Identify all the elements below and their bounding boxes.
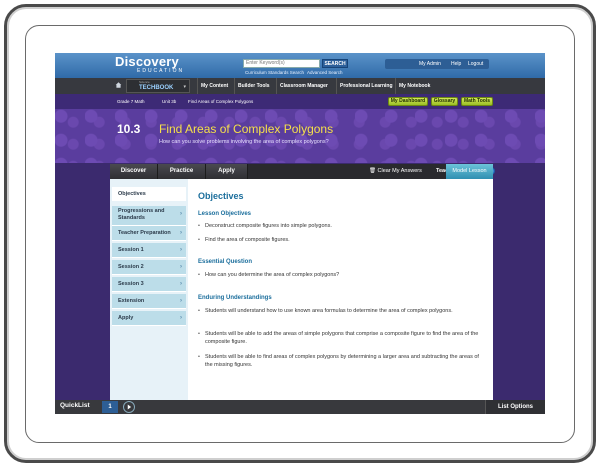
list-item: Students will understand how to use know… bbox=[198, 307, 488, 315]
sidebar-item-label: Progressions and Standards bbox=[118, 208, 165, 221]
help-link[interactable]: Help bbox=[451, 61, 461, 67]
tab-discover[interactable]: Discover bbox=[110, 164, 158, 179]
sidebar-item-label: Session 3 bbox=[118, 281, 144, 287]
chevron-right-icon: › bbox=[180, 315, 182, 321]
sidebar-item-label: Extension bbox=[118, 298, 145, 304]
lesson-banner: 10.3 Find Areas of Complex Polygons How … bbox=[55, 109, 545, 163]
sidebar-item-session-1[interactable]: Session 1 › bbox=[112, 243, 186, 258]
quicklist-bar: QuickList 1 List Options bbox=[55, 400, 545, 414]
breadcrumb-lesson: Find Areas of Complex Polygons bbox=[188, 99, 254, 104]
app-window: Discovery EDUCATION Enter Keyword(s) SEA… bbox=[55, 53, 545, 414]
discovery-logo[interactable]: Discovery EDUCATION bbox=[115, 54, 190, 76]
curriculum-search-link[interactable]: Curriculum Standards Search bbox=[245, 70, 304, 75]
sidebar-item-teacher-prep[interactable]: Teacher Preparation › bbox=[112, 226, 186, 241]
chevron-right-icon: › bbox=[180, 281, 182, 287]
clear-answers-button[interactable]: 🗑 Clear My Answers bbox=[369, 168, 422, 174]
logo-text: Discovery bbox=[115, 54, 179, 69]
main-content: Objectives Lesson Objectives Deconstruct… bbox=[188, 179, 493, 400]
sidebar-item-session-3[interactable]: Session 3 › bbox=[112, 277, 186, 292]
list-item: Students will be able to find areas of c… bbox=[198, 353, 488, 369]
my-admin-link[interactable]: My Admin bbox=[419, 61, 441, 67]
quicklist-count[interactable]: 1 bbox=[102, 401, 118, 413]
play-icon[interactable] bbox=[123, 401, 135, 413]
trash-icon: 🗑 bbox=[369, 168, 376, 174]
search-input[interactable]: Enter Keyword(s) bbox=[243, 59, 320, 68]
list-item: Find the area of composite figures. bbox=[198, 236, 488, 244]
techbook-label: TECHBOOK bbox=[139, 85, 174, 91]
chevron-right-icon: › bbox=[180, 230, 182, 236]
nav-builder-tools[interactable]: Builder Tools bbox=[234, 78, 270, 94]
sidebar-item-objectives[interactable]: Objectives bbox=[112, 187, 186, 201]
nav-my-notebook[interactable]: My Notebook bbox=[395, 78, 430, 94]
my-dashboard-button[interactable]: My Dashboard bbox=[388, 97, 428, 106]
math-tools-button[interactable]: Math Tools bbox=[461, 97, 493, 106]
section-heading: Objectives bbox=[198, 191, 244, 201]
lesson-tabs: Discover Practice Apply 🗑 Clear My Answe… bbox=[110, 164, 495, 179]
breadcrumb-unit[interactable]: Unit 3b bbox=[162, 99, 176, 104]
sidebar-item-apply[interactable]: Apply › bbox=[112, 311, 186, 326]
home-icon[interactable] bbox=[115, 81, 122, 89]
tab-apply[interactable]: Apply bbox=[206, 164, 248, 179]
nav-professional-learning[interactable]: Professional Learning bbox=[336, 78, 393, 94]
list-options-button[interactable]: List Options bbox=[485, 400, 545, 414]
sidebar: Objectives Progressions and Standards › … bbox=[110, 179, 188, 400]
lesson-number: 10.3 bbox=[117, 122, 141, 136]
chevron-down-icon: ▾ bbox=[183, 84, 186, 90]
header: Discovery EDUCATION Enter Keyword(s) SEA… bbox=[55, 53, 545, 78]
list-item: Students will be able to add the areas o… bbox=[198, 330, 488, 346]
lesson-question: How can you solve problems involving the… bbox=[159, 139, 329, 145]
advanced-search-link[interactable]: Advanced Search bbox=[307, 70, 343, 75]
enduring-understandings-heading: Enduring Understandings bbox=[198, 295, 272, 301]
quicklist-label[interactable]: QuickList bbox=[60, 402, 90, 409]
logout-link[interactable]: Logout bbox=[468, 61, 483, 67]
list-item: How can you determine the area of comple… bbox=[198, 271, 488, 279]
chevron-right-icon: › bbox=[180, 264, 182, 270]
breadcrumb: Grade 7 Math Unit 3b Find Areas of Compl… bbox=[55, 94, 545, 109]
lesson-objectives-heading: Lesson Objectives bbox=[198, 211, 252, 217]
model-lesson-button[interactable]: Model Lesson bbox=[446, 164, 493, 179]
content-area: Objectives Progressions and Standards › … bbox=[110, 179, 493, 400]
sidebar-item-label: Apply bbox=[118, 315, 134, 321]
techbook-selector[interactable]: Science TECHBOOK ▾ bbox=[126, 79, 190, 93]
sidebar-item-label: Teacher Preparation bbox=[118, 230, 171, 236]
sidebar-item-label: Session 1 bbox=[118, 247, 144, 253]
tab-practice[interactable]: Practice bbox=[158, 164, 206, 179]
chevron-right-icon: › bbox=[180, 211, 182, 217]
chevron-right-icon: › bbox=[180, 298, 182, 304]
glossary-button[interactable]: Glossary bbox=[431, 97, 458, 106]
list-item: Deconstruct composite figures into simpl… bbox=[198, 222, 488, 230]
chevron-right-icon: › bbox=[180, 247, 182, 253]
breadcrumb-grade[interactable]: Grade 7 Math bbox=[117, 99, 145, 104]
logo-subtext: EDUCATION bbox=[137, 68, 185, 74]
nav-classroom-manager[interactable]: Classroom Manager bbox=[276, 78, 328, 94]
clear-answers-label: Clear My Answers bbox=[377, 168, 422, 174]
nav-my-content[interactable]: My Content bbox=[197, 78, 228, 94]
sidebar-item-label: Session 2 bbox=[118, 264, 144, 270]
search-button[interactable]: SEARCH bbox=[322, 59, 348, 68]
sidebar-item-session-2[interactable]: Session 2 › bbox=[112, 260, 186, 275]
essential-question-heading: Essential Question bbox=[198, 259, 253, 265]
main-nav: Science TECHBOOK ▾ My Content Builder To… bbox=[55, 78, 545, 94]
page-title: Find Areas of Complex Polygons bbox=[159, 122, 334, 136]
sidebar-item-extension[interactable]: Extension › bbox=[112, 294, 186, 309]
sidebar-item-progressions[interactable]: Progressions and Standards › bbox=[112, 206, 186, 226]
